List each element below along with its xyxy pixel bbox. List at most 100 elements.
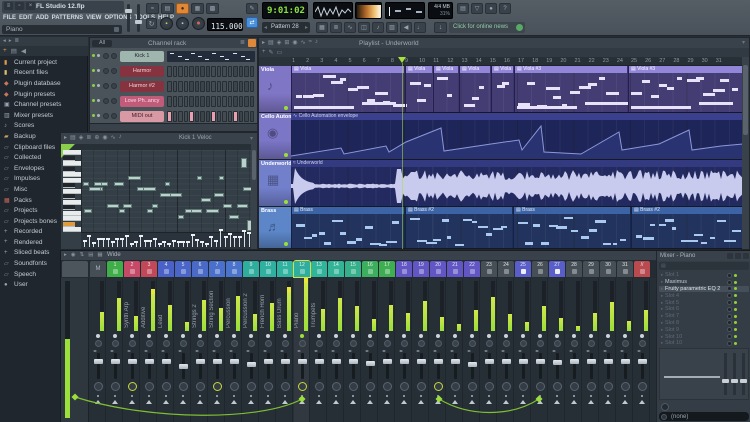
- viola-lane[interactable]: ▤ Viola▤ Viola▤ Viola▤ Viola▤ Viola #2▤ …: [291, 66, 743, 113]
- black-key[interactable]: [63, 166, 75, 172]
- step-cell[interactable]: [244, 65, 249, 77]
- mixer-tab-9[interactable]: 9: [243, 261, 259, 277]
- strip-pan-knob[interactable]: [332, 340, 340, 347]
- track-enable-dot[interactable]: [284, 242, 288, 246]
- strip-fx-knob[interactable]: [501, 382, 511, 391]
- strip-pan-knob[interactable]: [196, 340, 204, 347]
- menu-item-edit[interactable]: EDIT: [19, 15, 33, 21]
- mixer-title-icon-0[interactable]: ▸: [64, 252, 67, 258]
- fader-cap[interactable]: [297, 358, 307, 364]
- step-cell[interactable]: [238, 95, 244, 107]
- strip-fx-knob[interactable]: [450, 382, 460, 391]
- strip-fader[interactable]: [603, 353, 613, 379]
- slot-enable-dot[interactable]: [734, 280, 737, 284]
- fader-cap[interactable]: [586, 358, 596, 364]
- velocity-stem[interactable]: [190, 234, 195, 247]
- strip-fader[interactable]: [535, 353, 545, 379]
- pattern-clip[interactable]: ▤ Brass #2: [631, 207, 742, 248]
- mixer-tab-31[interactable]: 31: [617, 261, 633, 277]
- strip-pan-knob[interactable]: [213, 340, 221, 347]
- strip-pan-knob[interactable]: [349, 340, 357, 347]
- playlist-edit-icon-0[interactable]: +: [262, 49, 266, 56]
- slot-mix-knob[interactable]: [727, 327, 732, 333]
- strip-mute-dot[interactable]: [215, 334, 219, 338]
- piano-roll-tool-icon-7[interactable]: ♪: [119, 134, 122, 141]
- insert-slot-11[interactable]: ▸ Slot 10: [659, 340, 749, 347]
- step-cell[interactable]: [205, 65, 211, 77]
- midi-note[interactable]: [241, 158, 247, 168]
- step-grid-icon[interactable]: ▤: [161, 3, 174, 14]
- fader-cap[interactable]: [195, 358, 205, 364]
- white-key[interactable]: [63, 161, 81, 166]
- strip-fader[interactable]: [110, 353, 120, 379]
- strip-mute-dot[interactable]: [487, 334, 491, 338]
- note-grid[interactable]: [81, 150, 256, 232]
- channel-mute-dot[interactable]: [97, 69, 100, 72]
- strip-mute-dot[interactable]: [385, 334, 389, 338]
- strip-fx-knob[interactable]: [603, 382, 613, 391]
- track-enable-dot[interactable]: [284, 153, 288, 157]
- strip-fader[interactable]: [93, 353, 103, 379]
- strip-pan-knob[interactable]: [502, 340, 510, 347]
- step-cell[interactable]: [216, 110, 222, 122]
- white-key[interactable]: [63, 210, 81, 216]
- velocity-stem[interactable]: [167, 242, 172, 247]
- pattern-next-icon[interactable]: ▸: [305, 24, 308, 31]
- mixer-tab-20[interactable]: 20: [430, 261, 446, 277]
- strip-fx-knob[interactable]: [484, 382, 494, 391]
- strip-fader[interactable]: [637, 353, 647, 379]
- velocity-stem[interactable]: [96, 237, 101, 247]
- piano-roll-tool-icon-4[interactable]: ⊕: [94, 134, 99, 141]
- channel-volume-knob[interactable]: [111, 53, 117, 59]
- channel-led[interactable]: [92, 114, 95, 117]
- strip-fx-knob[interactable]: [161, 382, 171, 391]
- step-cell[interactable]: [167, 80, 172, 92]
- strip-pan-knob[interactable]: [162, 340, 170, 347]
- mixer-tab-13[interactable]: 13: [311, 261, 327, 277]
- strip-pan-knob[interactable]: [553, 340, 561, 347]
- panel-toggle-6[interactable]: ◀: [400, 22, 412, 33]
- velocity-stem[interactable]: [91, 242, 96, 247]
- step-cell[interactable]: [194, 65, 200, 77]
- mixer-tab-11[interactable]: 11: [277, 261, 293, 277]
- slot-mix-knob[interactable]: [727, 286, 732, 292]
- velocity-stem[interactable]: [200, 241, 204, 247]
- step-cell[interactable]: [227, 65, 233, 77]
- playlist-edit-icon-1[interactable]: ✎: [269, 49, 274, 56]
- velocity-stem[interactable]: [176, 240, 181, 247]
- piano-roll-options-icon[interactable]: ▾: [250, 135, 253, 142]
- channel-mute-dot[interactable]: [97, 84, 100, 87]
- strip-mute-dot[interactable]: [555, 334, 559, 338]
- strip-pan-knob[interactable]: [298, 340, 306, 347]
- step-cell[interactable]: [233, 95, 238, 107]
- strip-fx-knob[interactable]: [280, 382, 290, 391]
- bpm-display[interactable]: 115.000: [207, 18, 243, 31]
- step-cell[interactable]: [249, 80, 255, 92]
- piano-keys[interactable]: [63, 150, 81, 232]
- strip-fx-knob[interactable]: [178, 382, 188, 391]
- eq-band-cap[interactable]: [740, 379, 747, 383]
- step-cell[interactable]: [216, 65, 222, 77]
- strip-mute-dot[interactable]: [538, 334, 542, 338]
- slot-mix-knob[interactable]: [727, 300, 732, 306]
- step-cell[interactable]: [249, 110, 255, 122]
- step-cell[interactable]: [222, 80, 227, 92]
- fader-cap[interactable]: [314, 358, 324, 364]
- fader-cap[interactable]: [467, 362, 477, 368]
- strip-mute-dot[interactable]: [249, 334, 253, 338]
- eq-band-cap[interactable]: [731, 379, 738, 383]
- piano-roll-tool-icon-3[interactable]: ≣: [86, 134, 91, 141]
- strip-fader[interactable]: [586, 353, 596, 379]
- panel-toggle-4[interactable]: ♪: [372, 22, 384, 33]
- midi-note[interactable]: [170, 192, 182, 197]
- midi-note[interactable]: [223, 203, 232, 208]
- audio-clip[interactable]: ≈ Underworld: [291, 160, 743, 206]
- track-enable-dot[interactable]: [284, 200, 288, 204]
- step-cell[interactable]: [205, 95, 211, 107]
- strip-fx-knob[interactable]: [195, 382, 205, 391]
- black-key[interactable]: [63, 183, 75, 188]
- strip-mute-dot[interactable]: [147, 334, 151, 338]
- playlist-tool-icon-2[interactable]: ◈: [277, 39, 282, 46]
- strip-fader[interactable]: [280, 353, 290, 379]
- velocity-stem[interactable]: [115, 237, 120, 247]
